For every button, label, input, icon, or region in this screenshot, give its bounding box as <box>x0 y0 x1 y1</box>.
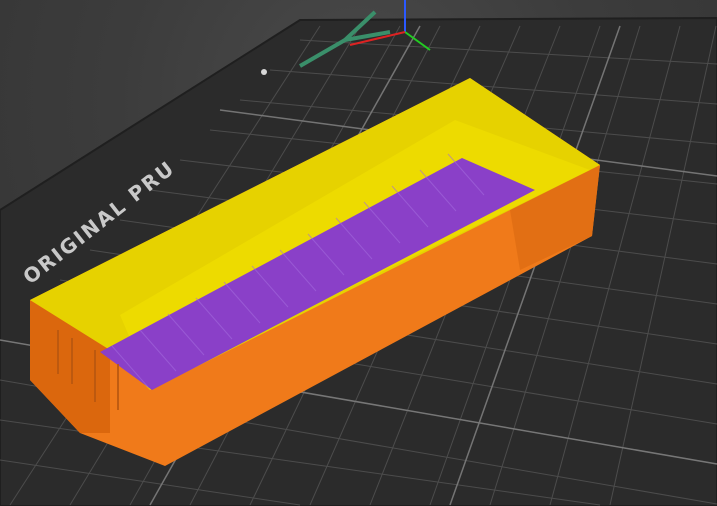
scene-svg[interactable]: ORIGINAL PRU <box>0 0 717 506</box>
3d-viewport[interactable]: ORIGINAL PRU <box>0 0 717 506</box>
bed-hole <box>261 69 267 75</box>
